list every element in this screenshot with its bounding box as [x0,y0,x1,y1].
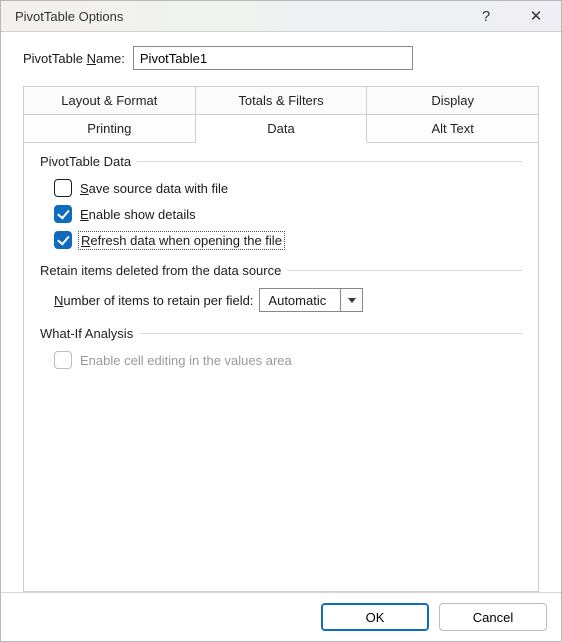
cancel-button[interactable]: Cancel [439,603,547,631]
section-pivottable-data: PivotTable Data Save source data with fi… [40,154,522,249]
checkbox-save-source-data[interactable] [54,179,72,197]
pivottable-name-label: PivotTable Name: [23,51,127,66]
tab-panel-data: PivotTable Data Save source data with fi… [23,142,539,592]
tab-data[interactable]: Data [196,114,368,143]
section-legend: Retain items deleted from the data sourc… [40,263,522,278]
tabs-row-top: Layout & Format Totals & Filters Display [23,86,539,114]
combo-dropdown-button[interactable] [340,289,362,311]
tab-alt-text[interactable]: Alt Text [367,114,539,143]
close-button[interactable]: ✕ [511,1,561,31]
option-save-source-data[interactable]: Save source data with file [54,179,522,197]
section-legend: PivotTable Data [40,154,522,169]
tab-printing[interactable]: Printing [23,114,196,143]
divider [287,270,522,271]
pivottable-name-row: PivotTable Name: [23,46,539,70]
pivottable-options-dialog: PivotTable Options ? ✕ PivotTable Name: … [0,0,562,642]
help-button[interactable]: ? [461,1,511,31]
checkbox-enable-cell-editing [54,351,72,369]
dialog-footer: OK Cancel [1,592,561,641]
pivottable-name-input[interactable] [133,46,413,70]
ok-button[interactable]: OK [321,603,429,631]
option-enable-show-details[interactable]: Enable show details [54,205,522,223]
section-legend: What-If Analysis [40,326,522,341]
retain-items-label: Number of items to retain per field: [54,293,253,308]
checkbox-label: Enable show details [80,207,196,222]
help-icon: ? [482,8,490,25]
retain-items-combo[interactable]: Automatic [259,288,363,312]
title-bar: PivotTable Options ? ✕ [1,1,561,32]
checkbox-label: Enable cell editing in the values area [80,353,292,368]
combo-value: Automatic [260,293,340,308]
tab-layout-format[interactable]: Layout & Format [23,86,196,114]
section-retain-items: Retain items deleted from the data sourc… [40,263,522,312]
window-title: PivotTable Options [15,9,461,24]
option-enable-cell-editing: Enable cell editing in the values area [54,351,522,369]
close-icon: ✕ [530,7,543,25]
checkbox-enable-show-details[interactable] [54,205,72,223]
tab-totals-filters[interactable]: Totals & Filters [196,86,368,114]
retain-items-row: Number of items to retain per field: Aut… [54,288,522,312]
checkbox-label: Save source data with file [80,181,228,196]
tabs: Layout & Format Totals & Filters Display… [23,86,539,592]
checkbox-label: Refresh data when opening the file [80,233,283,248]
dialog-content: PivotTable Name: Layout & Format Totals … [1,32,561,592]
chevron-down-icon [348,298,356,303]
tab-display[interactable]: Display [367,86,539,114]
section-whatif: What-If Analysis Enable cell editing in … [40,326,522,369]
divider [137,161,522,162]
option-refresh-on-open[interactable]: Refresh data when opening the file [54,231,522,249]
divider [139,333,522,334]
checkbox-refresh-on-open[interactable] [54,231,72,249]
tabs-row-bottom: Printing Data Alt Text [23,114,539,143]
